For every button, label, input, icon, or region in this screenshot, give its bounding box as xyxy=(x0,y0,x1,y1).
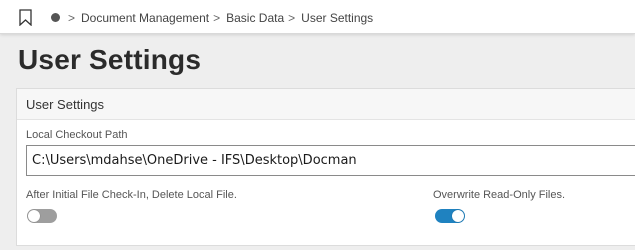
breadcrumb-item-document-management[interactable]: Document Management xyxy=(81,11,209,25)
home-dot-icon[interactable] xyxy=(51,13,60,22)
chevron-right-icon: > xyxy=(288,11,296,25)
bookmark-icon[interactable] xyxy=(19,9,32,27)
checkout-path-label: Local Checkout Path xyxy=(26,129,128,141)
breadcrumb-item-basic-data[interactable]: Basic Data xyxy=(226,11,284,25)
toggle-knob xyxy=(28,210,40,222)
chevron-right-icon: > xyxy=(68,11,76,25)
chevron-right-icon: > xyxy=(213,11,221,25)
breadcrumb-item-user-settings: User Settings xyxy=(301,11,374,25)
breadcrumb: > Document Management > Basic Data > Use… xyxy=(68,10,377,26)
overwrite-readonly-toggle[interactable] xyxy=(435,209,465,223)
delete-local-file-label: After Initial File Check-In, Delete Loca… xyxy=(26,189,237,201)
overwrite-readonly-label: Overwrite Read-Only Files. xyxy=(433,189,566,201)
page-title: User Settings xyxy=(18,44,202,75)
checkout-path-input[interactable] xyxy=(26,145,635,176)
delete-local-file-toggle[interactable] xyxy=(27,209,57,223)
top-navigation-bar: > Document Management > Basic Data > Use… xyxy=(0,0,635,34)
toggle-knob xyxy=(452,210,464,222)
card-header: User Settings xyxy=(17,89,635,120)
user-settings-card: User Settings Local Checkout Path After … xyxy=(16,88,635,246)
